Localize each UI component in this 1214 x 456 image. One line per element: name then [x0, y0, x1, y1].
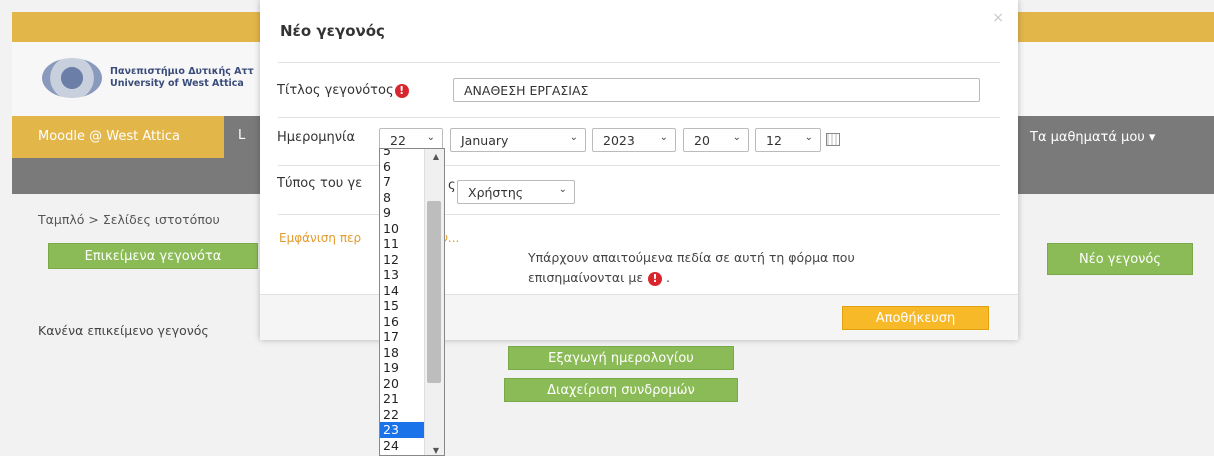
day-option[interactable]: 24 — [380, 438, 424, 454]
logo-line-greek: Πανεπιστήμιο Δυτικής Αττ — [110, 66, 254, 77]
day-option[interactable]: 17 — [380, 329, 424, 345]
hour-select[interactable]: 20 ⌄ — [683, 128, 749, 152]
show-more-text: Εμφάνιση περ — [279, 231, 362, 245]
close-icon[interactable]: × — [992, 10, 1004, 26]
day-option[interactable]: 22 — [380, 407, 424, 423]
day-option[interactable]: 11 — [380, 236, 424, 252]
day-dropdown-list[interactable]: 5 6 7 8 9 10 11 12 13 14 15 16 17 18 19 20 21 22 23 24 ▲ ▼ — [379, 148, 445, 456]
day-option[interactable]: 12 — [380, 252, 424, 268]
chevron-down-icon: ⌄ — [558, 184, 567, 195]
required-note-end: . — [666, 270, 671, 285]
year-select[interactable]: 2023 ⌄ — [592, 128, 676, 152]
save-button[interactable]: Αποθήκευση — [842, 306, 989, 330]
day-option[interactable]: 20 — [380, 376, 424, 392]
required-note-line2-wrap: επισημαίνονται με ! . — [528, 268, 968, 288]
chevron-down-icon: ⌄ — [659, 132, 668, 143]
divider — [278, 62, 1000, 63]
logo-text: Πανεπιστήμιο Δυτικής Αττ University of W… — [110, 66, 254, 90]
modal-title: Νέο γεγονός — [280, 22, 385, 40]
chevron-down-icon: ⌄ — [732, 132, 741, 143]
required-icon: ! — [648, 271, 663, 286]
logo-line-english: University of West Attica — [110, 78, 244, 89]
upcoming-events-button[interactable]: Επικείμενα γεγονότα — [48, 243, 258, 269]
university-seal-icon — [42, 58, 102, 98]
chevron-down-icon: ⌄ — [426, 132, 435, 143]
new-event-background-button[interactable]: Νέο γεγονός — [1047, 243, 1193, 275]
required-note-line1: Υπάρχουν απαιτούμενα πεδία σε αυτή τη φό… — [528, 250, 855, 265]
required-note-line2: επισημαίνονται με — [528, 270, 644, 285]
breadcrumb[interactable]: Ταμπλό > Σελίδες ιστοτόπου — [38, 212, 220, 227]
event-title-input[interactable]: ΑΝΑΘΕΣΗ ΕΡΓΑΣΙΑΣ — [453, 78, 980, 102]
day-option[interactable]: 19 — [380, 360, 424, 376]
nav-item-partial[interactable]: L — [238, 128, 245, 143]
day-option[interactable]: 8 — [380, 190, 424, 206]
day-option[interactable]: 9 — [380, 205, 424, 221]
required-fields-note: Υπάρχουν απαιτούμενα πεδία σε αυτή τη φό… — [528, 248, 968, 288]
day-option[interactable]: 7 — [380, 174, 424, 190]
event-title-label-text: Τίτλος γεγονότος — [277, 83, 394, 98]
export-calendar-button[interactable]: Εξαγωγή ημερολογίου — [508, 346, 734, 370]
year-select-value: 2023 — [603, 133, 635, 148]
day-option[interactable]: 6 — [380, 159, 424, 175]
chevron-down-icon: ⌄ — [569, 132, 578, 143]
divider — [278, 117, 1000, 118]
day-option[interactable]: 21 — [380, 391, 424, 407]
scroll-up-icon[interactable]: ▲ — [433, 152, 439, 161]
month-select-value: January — [461, 133, 509, 148]
chevron-down-icon: ⌄ — [804, 132, 813, 143]
day-options: 5 6 7 8 9 10 11 12 13 14 15 16 17 18 19 20 21 22 23 24 — [380, 149, 424, 454]
event-type-label-tail: ς — [448, 178, 456, 193]
event-type-label: Τύπος του γε — [277, 176, 363, 191]
minute-select[interactable]: 12 ⌄ — [755, 128, 821, 152]
event-title-label: Τίτλος γεγονότος! — [277, 83, 409, 98]
event-type-value: Χρήστης — [468, 185, 524, 200]
calendar-icon[interactable] — [826, 133, 840, 146]
month-select[interactable]: January ⌄ — [450, 128, 586, 152]
day-select-value: 22 — [390, 133, 406, 148]
dropdown-scrollbar[interactable]: ▲ ▼ — [424, 149, 444, 455]
day-option[interactable]: 16 — [380, 314, 424, 330]
day-option[interactable]: 5 — [380, 149, 424, 159]
date-label: Ημερομηνία — [277, 130, 356, 145]
day-option[interactable]: 15 — [380, 298, 424, 314]
day-option[interactable]: 14 — [380, 283, 424, 299]
manage-subscriptions-button[interactable]: Διαχείριση συνδρομών — [504, 378, 738, 402]
day-option[interactable]: 13 — [380, 267, 424, 283]
event-type-select[interactable]: Χρήστης ⌄ — [457, 180, 575, 204]
new-event-modal: Νέο γεγονός × Τίτλος γεγονότος! ΑΝΑΘΕΣΗ … — [260, 0, 1018, 340]
scrollbar-thumb[interactable] — [427, 201, 441, 383]
minute-select-value: 12 — [766, 133, 782, 148]
nav-brand-link[interactable]: Moodle @ West Attica — [12, 116, 224, 158]
scroll-down-icon[interactable]: ▼ — [433, 446, 439, 455]
no-upcoming-events-text: Κανένα επικείμενο γεγονός — [38, 323, 209, 338]
my-courses-menu[interactable]: Τα μαθηματά μου ▾ — [1030, 130, 1155, 145]
day-option[interactable]: 23 — [380, 422, 424, 438]
required-icon: ! — [394, 83, 409, 98]
day-option[interactable]: 10 — [380, 221, 424, 237]
university-logo[interactable]: Πανεπιστήμιο Δυτικής Αττ University of W… — [42, 58, 254, 98]
day-option[interactable]: 18 — [380, 345, 424, 361]
hour-select-value: 20 — [694, 133, 710, 148]
